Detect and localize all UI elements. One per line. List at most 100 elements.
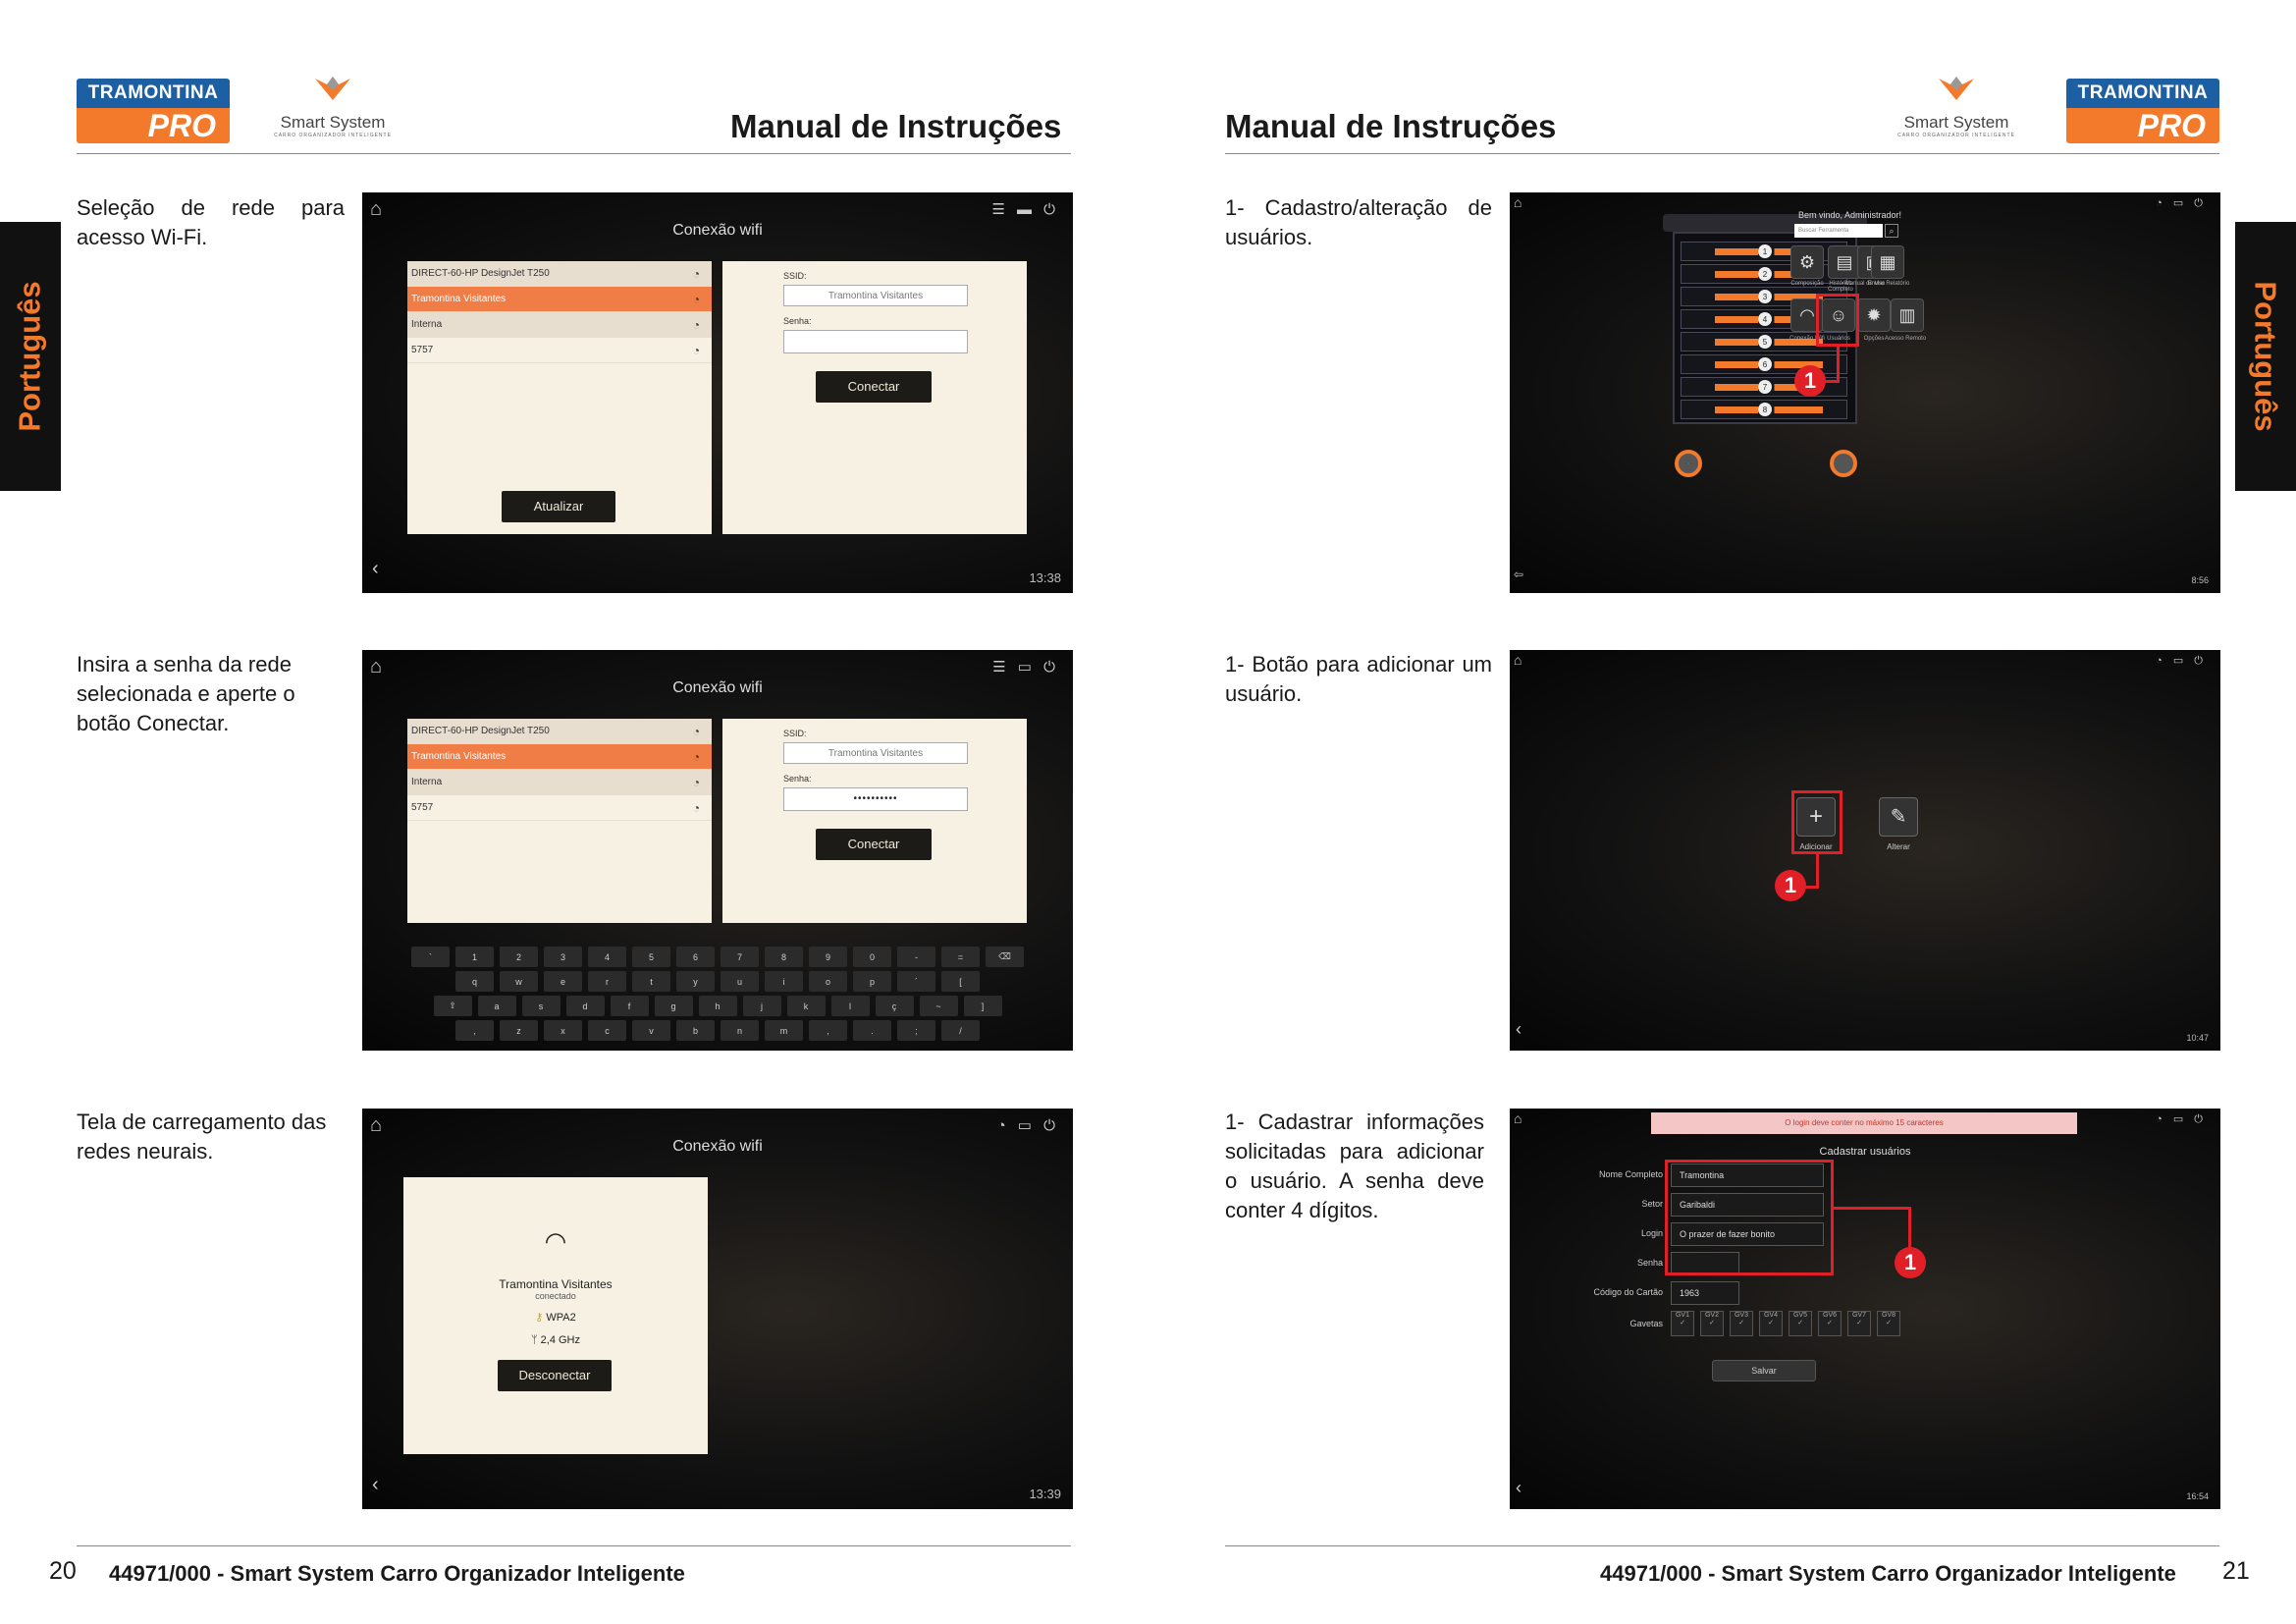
- remote-access-icon[interactable]: ▥: [1891, 298, 1924, 332]
- status-icons: ◔ ▭ ⏻: [2156, 1113, 2207, 1125]
- options-icon[interactable]: ✹: [1857, 298, 1891, 332]
- keyboard-key[interactable]: h: [698, 996, 737, 1016]
- keyboard-key[interactable]: ,: [455, 1020, 494, 1041]
- keyboard-key[interactable]: n: [721, 1020, 759, 1041]
- keyboard-key[interactable]: l: [830, 996, 870, 1016]
- keyboard-key[interactable]: 2: [500, 947, 538, 967]
- keyboard-key[interactable]: `: [411, 947, 450, 967]
- keyboard-key[interactable]: j: [742, 996, 781, 1016]
- drawer-checkbox[interactable]: GV7 ✓: [1847, 1311, 1871, 1336]
- drawer-checkbox[interactable]: GV4 ✓: [1759, 1311, 1783, 1336]
- keyboard-key[interactable]: v: [632, 1020, 670, 1041]
- keyboard-key[interactable]: =: [941, 947, 980, 967]
- keyboard-key[interactable]: y: [676, 971, 715, 992]
- back-icon[interactable]: ‹: [1516, 1478, 1522, 1498]
- refresh-button[interactable]: Atualizar: [502, 491, 615, 522]
- smart-system-bird-icon: [1939, 77, 1974, 100]
- back-icon[interactable]: ‹: [372, 1474, 379, 1496]
- form-title: Cadastrar usuários: [1819, 1146, 1911, 1158]
- keyboard-key[interactable]: ,: [809, 1020, 847, 1041]
- keyboard-key[interactable]: x: [544, 1020, 582, 1041]
- keyboard-key[interactable]: 9: [809, 947, 847, 967]
- keyboard-key[interactable]: ⇧: [433, 996, 472, 1016]
- keyboard-key[interactable]: /: [941, 1020, 980, 1041]
- language-tab: Português: [2235, 222, 2296, 491]
- keyboard-key[interactable]: o: [809, 971, 847, 992]
- keyboard-key[interactable]: 3: [544, 947, 582, 967]
- keyboard-key[interactable]: 7: [721, 947, 759, 967]
- card-code-field[interactable]: 1963: [1671, 1281, 1739, 1305]
- keyboard-key[interactable]: s: [521, 996, 561, 1016]
- network-row[interactable]: 5757 ◔: [407, 338, 712, 363]
- keyboard-key[interactable]: ;: [897, 1020, 935, 1041]
- keyboard-key[interactable]: ⌫: [986, 947, 1024, 967]
- keyboard-key[interactable]: g: [654, 996, 693, 1016]
- network-row[interactable]: Tramontina Visitantes ◔: [407, 287, 712, 312]
- password-field[interactable]: [783, 330, 968, 353]
- disconnect-button[interactable]: Desconectar: [498, 1360, 612, 1391]
- connect-button[interactable]: Conectar: [816, 371, 932, 403]
- drawer-checkbox[interactable]: GV5 ✓: [1789, 1311, 1812, 1336]
- network-row[interactable]: Interna ◔: [407, 770, 712, 795]
- report-icon[interactable]: ▦: [1871, 245, 1904, 279]
- keyboard-key[interactable]: 1: [455, 947, 494, 967]
- keyboard-key[interactable]: z: [500, 1020, 538, 1041]
- keyboard-key[interactable]: ]: [963, 996, 1002, 1016]
- drawer-checkbox[interactable]: GV3 ✓: [1730, 1311, 1753, 1336]
- back-icon[interactable]: ‹: [372, 558, 379, 580]
- wifi-icon: ◠: [544, 1226, 567, 1256]
- wifi-lock-icon: ◔: [692, 725, 700, 738]
- network-row[interactable]: DIRECT-60-HP DesignJet T250 ◔: [407, 261, 712, 287]
- keyboard-key[interactable]: d: [565, 996, 605, 1016]
- back-icon[interactable]: ‹: [1516, 1019, 1522, 1040]
- keyboard-key[interactable]: m: [765, 1020, 803, 1041]
- edit-user-button[interactable]: ✎: [1879, 797, 1918, 837]
- drawer-checkbox[interactable]: GV1 ✓: [1671, 1311, 1694, 1336]
- keyboard-key[interactable]: u: [721, 971, 759, 992]
- keyboard-key[interactable]: ç: [875, 996, 914, 1016]
- keyboard-key[interactable]: 8: [765, 947, 803, 967]
- drawer: 8: [1681, 400, 1847, 419]
- keyboard-key[interactable]: ~: [919, 996, 958, 1016]
- logout-icon[interactable]: ⇦: [1514, 568, 1523, 581]
- keyboard-key[interactable]: w: [500, 971, 538, 992]
- keyboard-key[interactable]: 6: [676, 947, 715, 967]
- network-row[interactable]: Interna ◔: [407, 312, 712, 338]
- keyboard-key[interactable]: .: [853, 1020, 891, 1041]
- keyboard-key[interactable]: p: [853, 971, 891, 992]
- connect-button[interactable]: Conectar: [816, 829, 932, 860]
- keyboard-key[interactable]: a: [477, 996, 516, 1016]
- keyboard-key[interactable]: f: [610, 996, 649, 1016]
- keyboard-key[interactable]: c: [588, 1020, 626, 1041]
- tool-search-input[interactable]: Buscar Ferramenta: [1794, 224, 1883, 238]
- drawer-checkbox[interactable]: GV8 ✓: [1877, 1311, 1900, 1336]
- keyboard-key[interactable]: e: [544, 971, 582, 992]
- password-field[interactable]: ••••••••••: [783, 787, 968, 811]
- keyboard-key[interactable]: k: [786, 996, 826, 1016]
- keyboard-key[interactable]: r: [588, 971, 626, 992]
- keyboard-key[interactable]: 4: [588, 947, 626, 967]
- page-number: 21: [2222, 1557, 2250, 1585]
- users-screenshot: ⌂ ◔ ▭ ⏻ + Adicionar ✎ Alterar 1 ‹ 10:47: [1510, 650, 2220, 1051]
- callout-badge: 1: [1794, 365, 1826, 397]
- keyboard-key[interactable]: 5: [632, 947, 670, 967]
- composition-icon[interactable]: ⚙: [1790, 245, 1824, 279]
- keyboard-key[interactable]: q: [455, 971, 494, 992]
- save-button[interactable]: Salvar: [1712, 1360, 1816, 1381]
- ssid-field[interactable]: Tramontina Visitantes: [783, 285, 968, 306]
- keyboard-key[interactable]: t: [632, 971, 670, 992]
- network-row[interactable]: 5757 ◔: [407, 795, 712, 821]
- keyboard-key[interactable]: -: [897, 947, 935, 967]
- network-row[interactable]: Tramontina Visitantes ◔: [407, 744, 712, 770]
- keyboard-key[interactable]: [: [941, 971, 980, 992]
- drawer-checkbox[interactable]: GV6 ✓: [1818, 1311, 1842, 1336]
- keyboard-key[interactable]: b: [676, 1020, 715, 1041]
- search-icon[interactable]: ⌕: [1885, 224, 1898, 238]
- keyboard-key[interactable]: 0: [853, 947, 891, 967]
- ssid-field[interactable]: Tramontina Visitantes: [783, 742, 968, 764]
- keyboard-key[interactable]: i: [765, 971, 803, 992]
- network-row[interactable]: DIRECT-60-HP DesignJet T250 ◔: [407, 719, 712, 744]
- history-icon[interactable]: ▤: [1828, 245, 1861, 279]
- drawer-checkbox[interactable]: GV2 ✓: [1700, 1311, 1724, 1336]
- keyboard-key[interactable]: ´: [897, 971, 935, 992]
